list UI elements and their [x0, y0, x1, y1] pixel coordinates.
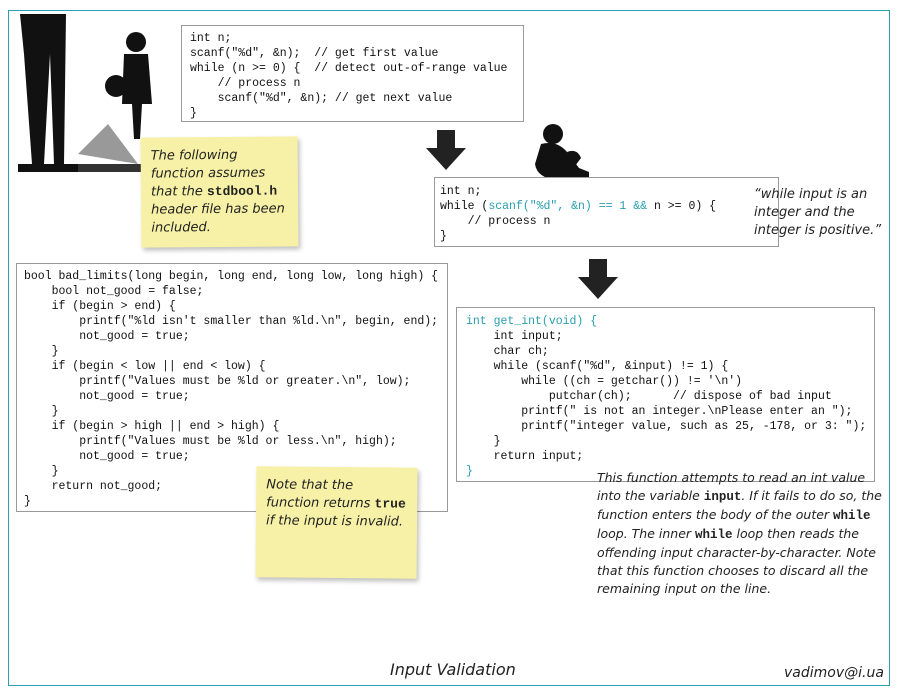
code-block-simple-loop: int n; scanf("%d", &n); // get first val…: [181, 25, 524, 122]
code-line: printf("Values must be %ld or less.\n", …: [24, 435, 397, 448]
code-line: int n;: [440, 185, 482, 198]
code-line: while (n >= 0) { // detect out-of-range …: [190, 62, 508, 75]
down-arrow-icon: [426, 130, 466, 170]
code-line: not_good = true;: [24, 450, 190, 463]
para-code: while: [695, 528, 733, 542]
loop-quote: “while input is an integer and the integ…: [754, 187, 882, 238]
code-highlight: scanf("%d", &n) == 1 &&: [488, 200, 648, 213]
code-line: if (begin > end) {: [24, 300, 176, 313]
code-line-while: while (scanf("%d", &n) == 1 && n >= 0) {: [440, 200, 716, 213]
code-line: }: [24, 465, 59, 478]
code-line: char ch;: [466, 345, 549, 358]
page-title: Input Validation: [390, 660, 516, 679]
code-line: int n;: [190, 32, 232, 45]
code-line: bool not_good = false;: [24, 285, 204, 298]
code-line: if (begin < low || end < low) {: [24, 360, 266, 373]
code-line: }: [24, 345, 59, 358]
code-line: }: [466, 435, 501, 448]
note-code: true: [374, 496, 406, 512]
code-line: bool bad_limits(long begin, long end, lo…: [24, 270, 439, 283]
note-text: if the input is invalid.: [265, 513, 404, 530]
code-line: not_good = true;: [24, 330, 190, 343]
code-line: // process n: [440, 215, 551, 228]
code-line: if (begin > high || end > high) {: [24, 420, 280, 433]
code-line: return not_good;: [24, 480, 163, 493]
code-line: int get_int(void) {: [466, 315, 598, 328]
para-text: loop. The inner: [597, 526, 695, 541]
code-line: printf("Values must be %ld or greater.\n…: [24, 375, 411, 388]
para-code: input: [703, 490, 742, 504]
author-email: vadimov@i.ua: [784, 665, 884, 681]
code-line: }: [440, 230, 447, 243]
sticky-note-returns-true: Note that the function returns true if t…: [255, 466, 418, 579]
code-block-get-int: int get_int(void) { int input; char ch; …: [456, 307, 875, 482]
down-arrow-icon: [578, 259, 618, 299]
code-line: int input;: [466, 330, 563, 343]
para-code: while: [833, 509, 871, 523]
code-line: printf("integer value, such as 25, -178,…: [466, 420, 867, 433]
code-line: while ((ch = getchar()) != '\n'): [466, 375, 743, 388]
code-line: while (scanf("%d", &input) != 1) {: [466, 360, 729, 373]
code-line: }: [24, 495, 31, 508]
code-line: // process n: [190, 77, 301, 90]
code-line: scanf("%d", &n); // get next value: [190, 92, 453, 105]
code-line: printf("%ld isn't smaller than %ld.\n", …: [24, 315, 439, 328]
code-text: while (: [440, 200, 489, 213]
sitting-person-silhouette-icon: [535, 124, 589, 180]
sticky-note-stdbool: The following function assumes that the …: [140, 136, 299, 248]
code-line: scanf("%d", &n); // get first value: [190, 47, 439, 60]
code-line: }: [24, 405, 59, 418]
get-int-explanation: This function attempts to read an int va…: [597, 469, 885, 598]
code-line: }: [190, 107, 197, 120]
code-block-improved-loop: int n; while (scanf("%d", &n) == 1 && n …: [434, 177, 779, 247]
note-code: stdbool.h: [206, 183, 278, 200]
code-line: printf(" is not an integer.\nPlease ente…: [466, 405, 853, 418]
code-line: putchar(ch); // dispose of bad input: [466, 390, 832, 403]
note-text: header file has been included.: [151, 201, 285, 236]
code-line: return input;: [466, 450, 584, 463]
code-text: n >= 0) {: [647, 200, 717, 213]
code-line: }: [466, 465, 473, 478]
note-text: Note that the function returns: [266, 477, 375, 512]
code-line: not_good = true;: [24, 390, 190, 403]
